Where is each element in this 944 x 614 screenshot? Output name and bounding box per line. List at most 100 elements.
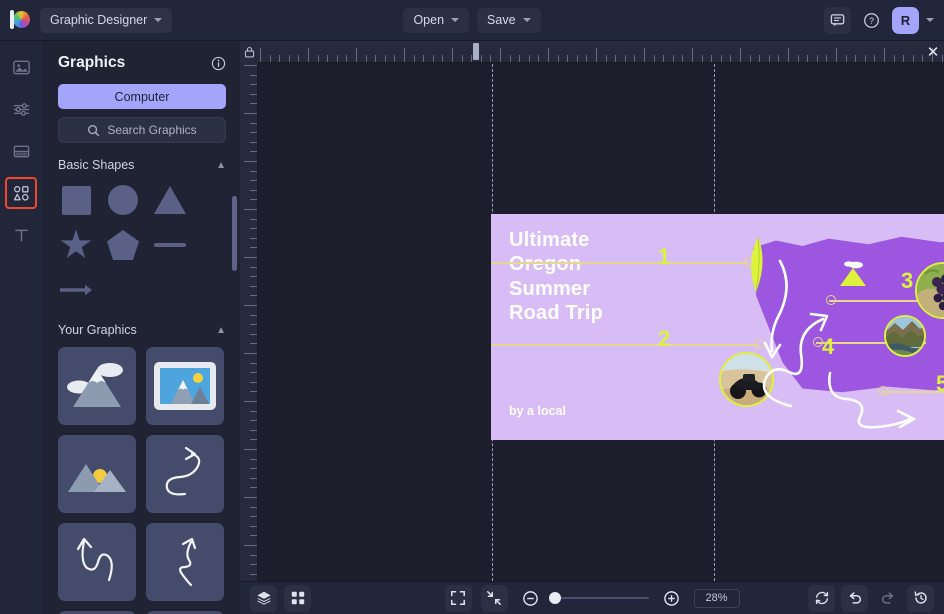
zoom-out-icon bbox=[522, 590, 538, 606]
section-your-graphics-label: Your Graphics bbox=[58, 323, 137, 337]
chevron-down-icon bbox=[522, 18, 531, 22]
sync-button[interactable] bbox=[808, 584, 835, 612]
basic-shapes-grid bbox=[58, 182, 226, 308]
chevron-up-icon: ▲ bbox=[216, 324, 226, 336]
undo-icon bbox=[849, 592, 861, 604]
zoom-level-value: 28% bbox=[705, 592, 728, 604]
zoom-to-fit-button[interactable] bbox=[480, 584, 508, 612]
bottom-bar: 28% bbox=[240, 581, 944, 614]
mountain-sun-graphic-icon bbox=[68, 464, 126, 492]
marker-number-3: 3 bbox=[901, 268, 914, 293]
shape-pentagon[interactable] bbox=[105, 227, 141, 263]
info-circle-icon[interactable] bbox=[211, 56, 226, 71]
zoom-to-fit-icon bbox=[487, 591, 501, 605]
curvy-arrow-right-graphic-icon bbox=[165, 446, 201, 496]
avatar-initial: R bbox=[900, 12, 911, 28]
zoom-out-button[interactable] bbox=[517, 585, 544, 612]
arrow-shape-icon bbox=[60, 284, 92, 296]
graphic-squiggle-arrow-up[interactable] bbox=[146, 523, 224, 601]
horizontal-ruler[interactable] bbox=[258, 41, 944, 63]
your-graphics-grid bbox=[58, 347, 226, 614]
comments-button[interactable] bbox=[824, 6, 851, 34]
chevron-up-icon: ▲ bbox=[216, 159, 226, 171]
undo-button[interactable] bbox=[841, 584, 868, 612]
fit-to-screen-button[interactable] bbox=[444, 584, 472, 612]
wavy-arrow-right-3[interactable] bbox=[824, 369, 934, 439]
section-basic-shapes[interactable]: Basic Shapes ▲ bbox=[58, 158, 226, 172]
save-button[interactable]: Save bbox=[477, 7, 541, 33]
search-graphics-input[interactable]: Search Graphics bbox=[58, 117, 226, 143]
zoom-level-field[interactable]: 28% bbox=[693, 588, 740, 608]
marker-number-1: 1 bbox=[658, 244, 671, 269]
leader-line-1 bbox=[491, 262, 748, 264]
shape-arrow[interactable] bbox=[58, 272, 94, 308]
sidebar-item-adjust[interactable] bbox=[5, 93, 37, 125]
squiggle-arrow-up-graphic-icon bbox=[178, 537, 197, 587]
framed-mountain-photo-graphic-icon bbox=[154, 362, 216, 410]
computer-source-button[interactable]: Computer bbox=[58, 84, 226, 109]
avatar[interactable]: R bbox=[892, 6, 919, 34]
lock-icon bbox=[244, 46, 254, 58]
page-title: Graphics bbox=[58, 54, 126, 71]
bottom-bar-right bbox=[808, 584, 934, 612]
text-t-icon bbox=[14, 229, 28, 241]
graphic-curvy-arrow-right[interactable] bbox=[146, 435, 224, 513]
graphic-framed-mountain-photo[interactable] bbox=[146, 347, 224, 425]
shape-star[interactable] bbox=[58, 227, 94, 263]
svg-text:?: ? bbox=[869, 15, 874, 25]
comment-bubble-icon bbox=[830, 13, 845, 26]
shape-circle[interactable] bbox=[105, 182, 141, 218]
close-button[interactable]: ✕ bbox=[924, 43, 942, 61]
shape-square[interactable] bbox=[58, 182, 94, 218]
vertical-ruler[interactable] bbox=[240, 63, 258, 581]
graphic-snowy-mountain-clouds[interactable] bbox=[58, 347, 136, 425]
canvas-area: ✕ Ultimate Oregon Summer Road Trip by a … bbox=[240, 41, 944, 581]
panel-scrollbar[interactable] bbox=[232, 196, 237, 271]
help-button[interactable]: ? bbox=[858, 7, 885, 34]
artboard[interactable]: Ultimate Oregon Summer Road Trip by a lo… bbox=[491, 214, 944, 440]
open-button[interactable]: Open bbox=[403, 7, 470, 33]
file-actions: Open Save bbox=[0, 7, 944, 33]
open-button-label: Open bbox=[413, 13, 445, 27]
history-button[interactable] bbox=[907, 584, 934, 612]
account-chevron-down-icon[interactable] bbox=[926, 18, 934, 22]
shape-line[interactable] bbox=[152, 227, 188, 263]
design-title-line-1: Ultimate bbox=[509, 229, 590, 251]
zoom-in-button[interactable] bbox=[658, 585, 685, 612]
top-bar: Graphic Designer Open Save ? R bbox=[0, 0, 944, 41]
section-your-graphics[interactable]: Your Graphics ▲ bbox=[58, 323, 226, 337]
layers-button[interactable] bbox=[250, 584, 277, 612]
grid-icon bbox=[291, 591, 304, 605]
panel-header: Graphics bbox=[42, 41, 240, 80]
zoom-slider[interactable] bbox=[548, 592, 649, 604]
design-subtitle: by a local bbox=[509, 404, 566, 418]
redo-icon bbox=[881, 592, 893, 604]
sidebar-item-image[interactable] bbox=[5, 51, 37, 83]
redo-button[interactable] bbox=[874, 585, 901, 612]
graphic-loop-arrow-up[interactable] bbox=[58, 523, 136, 601]
photo-marker-4[interactable] bbox=[884, 315, 926, 357]
zoom-slider-knob[interactable] bbox=[548, 592, 561, 604]
top-bar-right: ? R bbox=[824, 6, 934, 34]
sidebar-item-layout[interactable] bbox=[5, 135, 37, 167]
ruler-lock-button[interactable] bbox=[240, 41, 258, 63]
snowy-mountain-clouds-graphic-icon bbox=[67, 363, 123, 407]
sidebar-item-graphics[interactable] bbox=[5, 177, 37, 209]
marker-number-2: 2 bbox=[658, 326, 671, 351]
graphic-mountain-sun[interactable] bbox=[58, 435, 136, 513]
search-icon bbox=[88, 124, 100, 136]
sidebar-item-text[interactable] bbox=[5, 219, 37, 251]
leader-line-2 bbox=[491, 344, 759, 346]
loop-arrow-up-graphic-icon bbox=[76, 537, 113, 582]
sync-icon bbox=[815, 591, 828, 605]
image-icon bbox=[12, 60, 30, 74]
ruler-guide-marker[interactable] bbox=[473, 43, 479, 60]
marker-number-5: 5 bbox=[936, 371, 944, 396]
save-button-label: Save bbox=[487, 13, 516, 27]
sliders-icon bbox=[13, 102, 29, 116]
grid-button[interactable] bbox=[284, 584, 311, 612]
bottom-bar-left bbox=[250, 584, 311, 612]
design-title: Ultimate Oregon Summer Road Trip bbox=[509, 228, 603, 326]
shape-triangle[interactable] bbox=[152, 182, 188, 218]
search-graphics-placeholder: Search Graphics bbox=[107, 123, 197, 137]
